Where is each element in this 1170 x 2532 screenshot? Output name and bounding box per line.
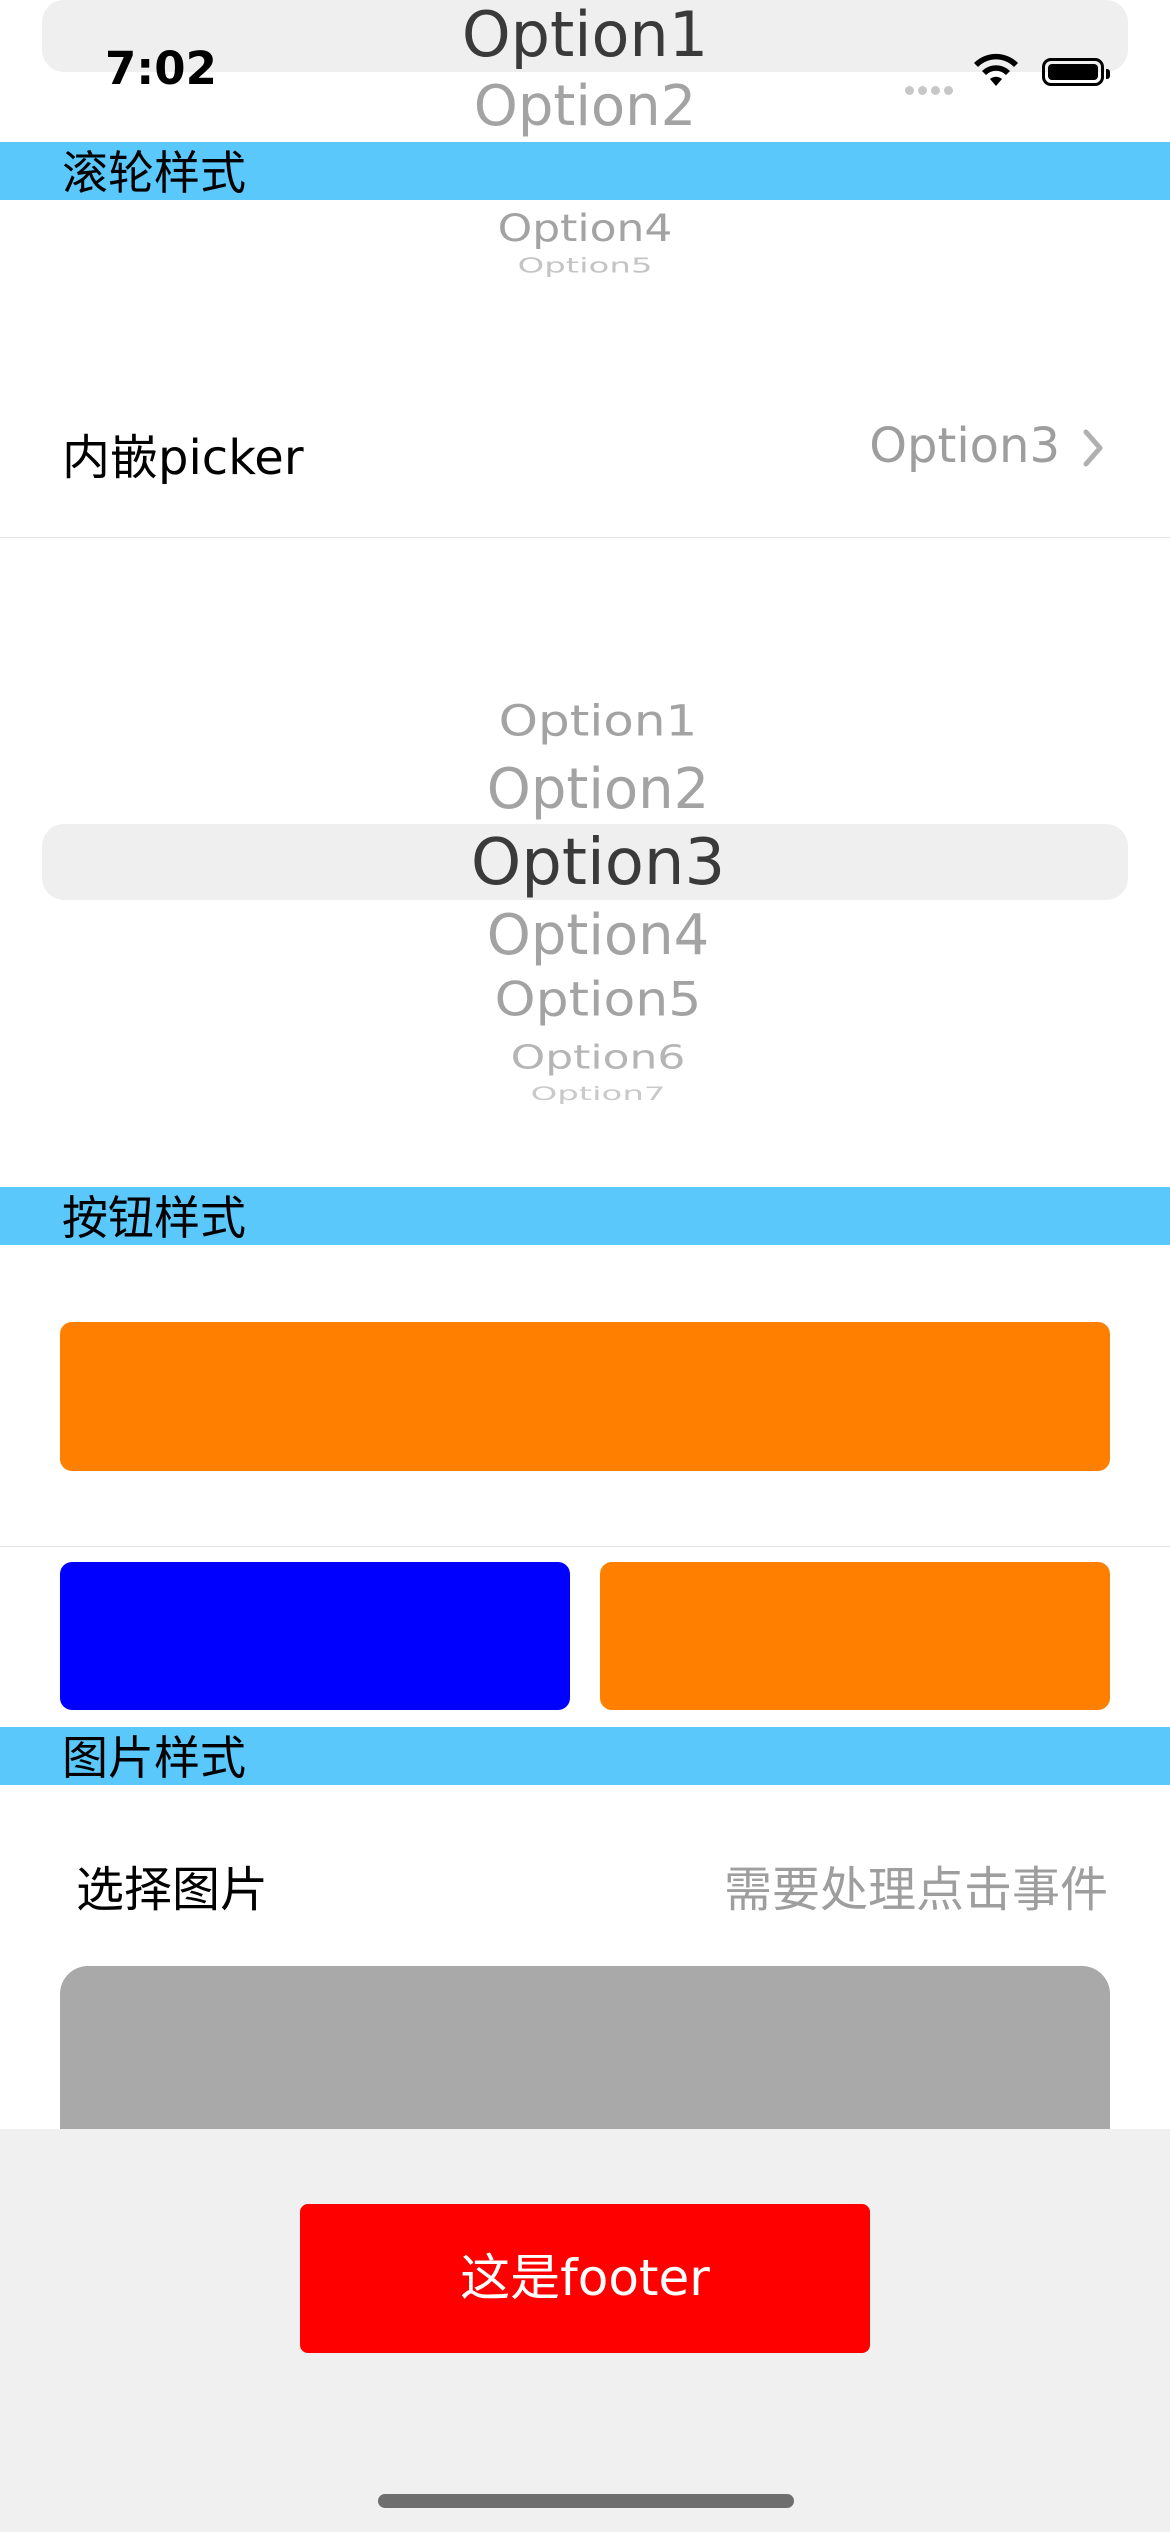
wheel-picker-option-1[interactable]: Option1 <box>0 696 1170 745</box>
wheel-picker-option-3[interactable]: Option3 <box>0 826 1170 900</box>
wheel-picker-option-4[interactable]: Option4 <box>0 903 1170 968</box>
section-title-button: 按钮样式 <box>62 1191 246 1245</box>
orange-button[interactable] <box>600 1562 1110 1710</box>
choose-image-hint: 需要处理点击事件 <box>723 1862 1108 1918</box>
embedded-picker-value: Option3 <box>869 418 1060 474</box>
choose-image-row[interactable]: 选择图片 需要处理点击事件 <box>0 1840 1170 1920</box>
battery-icon <box>1042 58 1110 86</box>
status-time: 7:02 <box>105 42 217 95</box>
wheel-picker-option-2[interactable]: Option2 <box>0 757 1170 822</box>
embedded-picker-row[interactable]: 内嵌picker Option3 <box>0 390 1170 510</box>
wheel-picker-option-6[interactable]: Option6 <box>0 1038 1170 1076</box>
section-header-image: 图片样式 <box>0 1727 1170 1785</box>
choose-image-label: 选择图片 <box>76 1862 269 1918</box>
wheel-picker-option-5[interactable]: Option5 <box>0 973 1170 1027</box>
embedded-picker-label: 内嵌picker <box>62 430 304 486</box>
screen: Option1 Option2 7:02 滚轮样式 Option4 Option… <box>0 0 1170 2532</box>
cellular-signal-icon <box>905 80 957 99</box>
top-picker-option-4[interactable]: Option4 <box>0 207 1170 250</box>
footer-button[interactable]: 这是footer <box>300 2204 870 2353</box>
chevron-right-icon <box>1082 428 1104 472</box>
separator <box>0 1546 1170 1547</box>
section-header-button: 按钮样式 <box>0 1187 1170 1245</box>
section-title-image: 图片样式 <box>62 1731 246 1785</box>
wifi-icon <box>972 52 1020 92</box>
top-picker-option-5[interactable]: Option5 <box>0 254 1170 278</box>
section-title-wheel: 滚轮样式 <box>62 146 246 200</box>
blue-button[interactable] <box>60 1562 570 1710</box>
home-indicator[interactable] <box>378 2494 794 2508</box>
wheel-picker-option-7[interactable]: Option7 <box>0 1083 1170 1105</box>
separator <box>0 537 1170 538</box>
section-header-wheel: 滚轮样式 <box>0 142 1170 200</box>
wide-orange-button[interactable] <box>60 1322 1110 1471</box>
